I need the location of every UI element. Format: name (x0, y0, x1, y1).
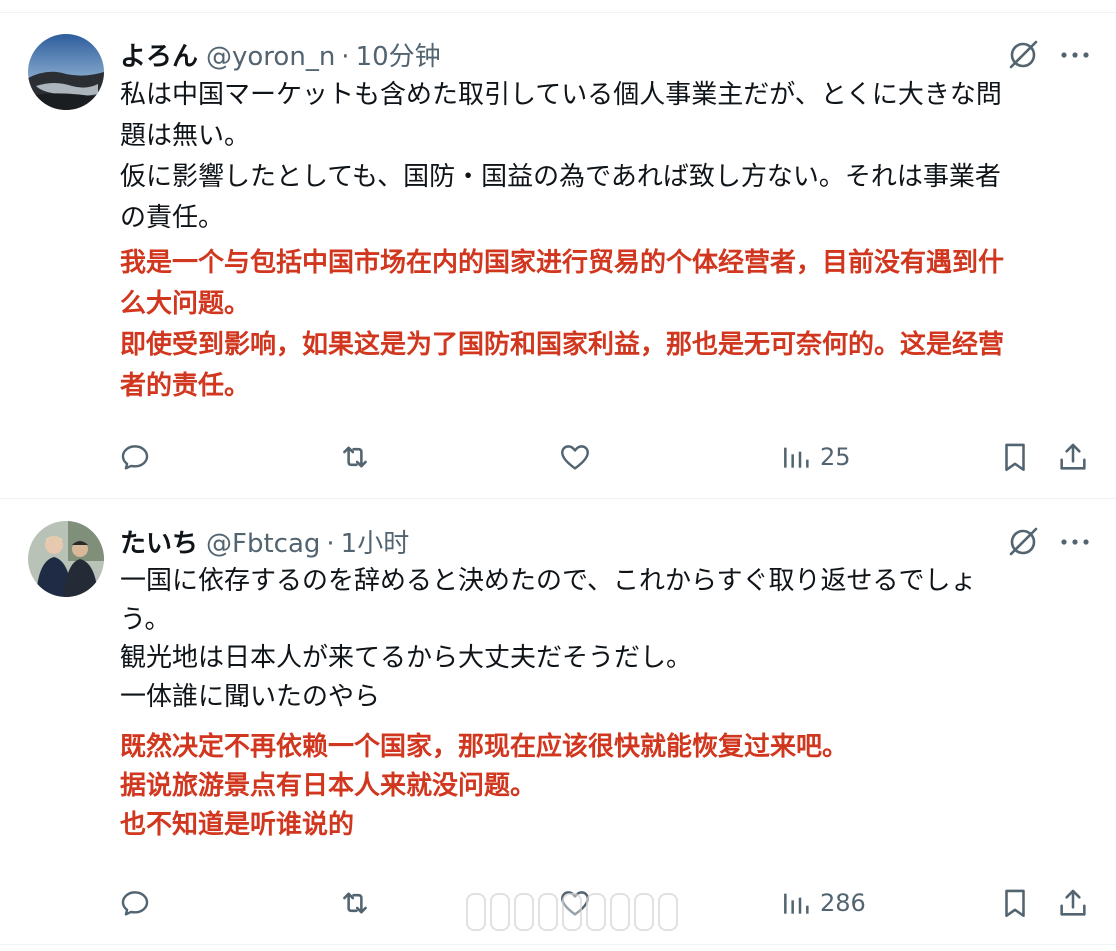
reply-button[interactable] (118, 440, 152, 474)
reply-icon (121, 445, 149, 470)
display-name[interactable]: よろん (120, 36, 198, 73)
avatar[interactable] (28, 521, 104, 597)
bookmark-icon (1005, 443, 1025, 472)
share-icon (1060, 443, 1086, 470)
bookmark-button[interactable] (998, 440, 1032, 474)
like-icon (561, 445, 589, 470)
watermark-glyph (562, 893, 582, 931)
watermark-overlay (466, 893, 682, 931)
avatar-image (28, 34, 104, 110)
retweet-button[interactable] (338, 440, 372, 474)
like-button[interactable] (558, 440, 592, 474)
watermark-glyph (538, 893, 558, 931)
grok-icon[interactable] (1006, 525, 1040, 559)
watermark-glyph (586, 893, 606, 931)
views-icon (784, 447, 809, 468)
bookmark-icon (1005, 889, 1025, 918)
share-icon (1060, 889, 1086, 916)
views-icon (784, 893, 809, 914)
watermark-glyph (466, 893, 486, 931)
grok-icon[interactable] (1006, 38, 1040, 72)
retweet-button[interactable] (338, 886, 372, 920)
bottom-divider (0, 944, 1116, 945)
avatar-image (28, 521, 104, 597)
display-name[interactable]: たいち (120, 523, 198, 560)
reply-button[interactable] (118, 886, 152, 920)
tweet-text: 一国に依存するのを辞めると決めたので、これからすぐ取り返せるでしょ う。 観光地… (120, 566, 977, 712)
retweet-icon (343, 446, 367, 468)
translation-text: 既然决定不再依赖一个国家，那现在应该很快就能恢复过来吧。 据说旅游景点有日本人来… (120, 732, 849, 840)
retweet-icon (343, 892, 367, 914)
tweet-text: 私は中国マーケットも含めた取引している個人事業主だが、とくに大きな問 題は無い。… (120, 80, 1002, 233)
views-button[interactable]: 25 (780, 440, 851, 474)
bookmark-button[interactable] (998, 886, 1032, 920)
separator: · (341, 42, 350, 72)
more-icon[interactable] (1058, 38, 1092, 72)
reply-icon (121, 891, 149, 916)
share-button[interactable] (1056, 886, 1090, 920)
views-count: 25 (820, 443, 851, 471)
more-icon[interactable] (1058, 525, 1092, 559)
share-button[interactable] (1056, 440, 1090, 474)
watermark-glyph (658, 893, 678, 931)
timestamp[interactable]: 10分钟 (356, 36, 441, 73)
watermark-glyph (610, 893, 630, 931)
views-count: 286 (820, 889, 866, 917)
watermark-glyph (514, 893, 534, 931)
user-handle[interactable]: @yoron_n (206, 42, 335, 72)
watermark-glyph (490, 893, 510, 931)
views-button[interactable]: 286 (780, 886, 866, 920)
tweet-header: たいち @Fbtcag · 1小时 (120, 523, 410, 560)
user-handle[interactable]: @Fbtcag (206, 529, 320, 559)
separator: · (326, 529, 335, 559)
watermark-glyph (634, 893, 654, 931)
timestamp[interactable]: 1小时 (341, 523, 410, 560)
translation-text: 我是一个与包括中国市场在内的国家进行贸易的个体经营者，目前没有遇到什 么大问题。… (120, 248, 1005, 401)
avatar[interactable] (28, 34, 104, 110)
tweet-2[interactable]: たいち @Fbtcag · 1小时 一国に依存するのを辞めると決めたので、これか… (0, 499, 1116, 951)
tweet-1[interactable]: よろん @yoron_n · 10分钟 私は中国マーケットも含めた取引している個… (0, 0, 1116, 498)
tweet-header: よろん @yoron_n · 10分钟 (120, 36, 441, 73)
